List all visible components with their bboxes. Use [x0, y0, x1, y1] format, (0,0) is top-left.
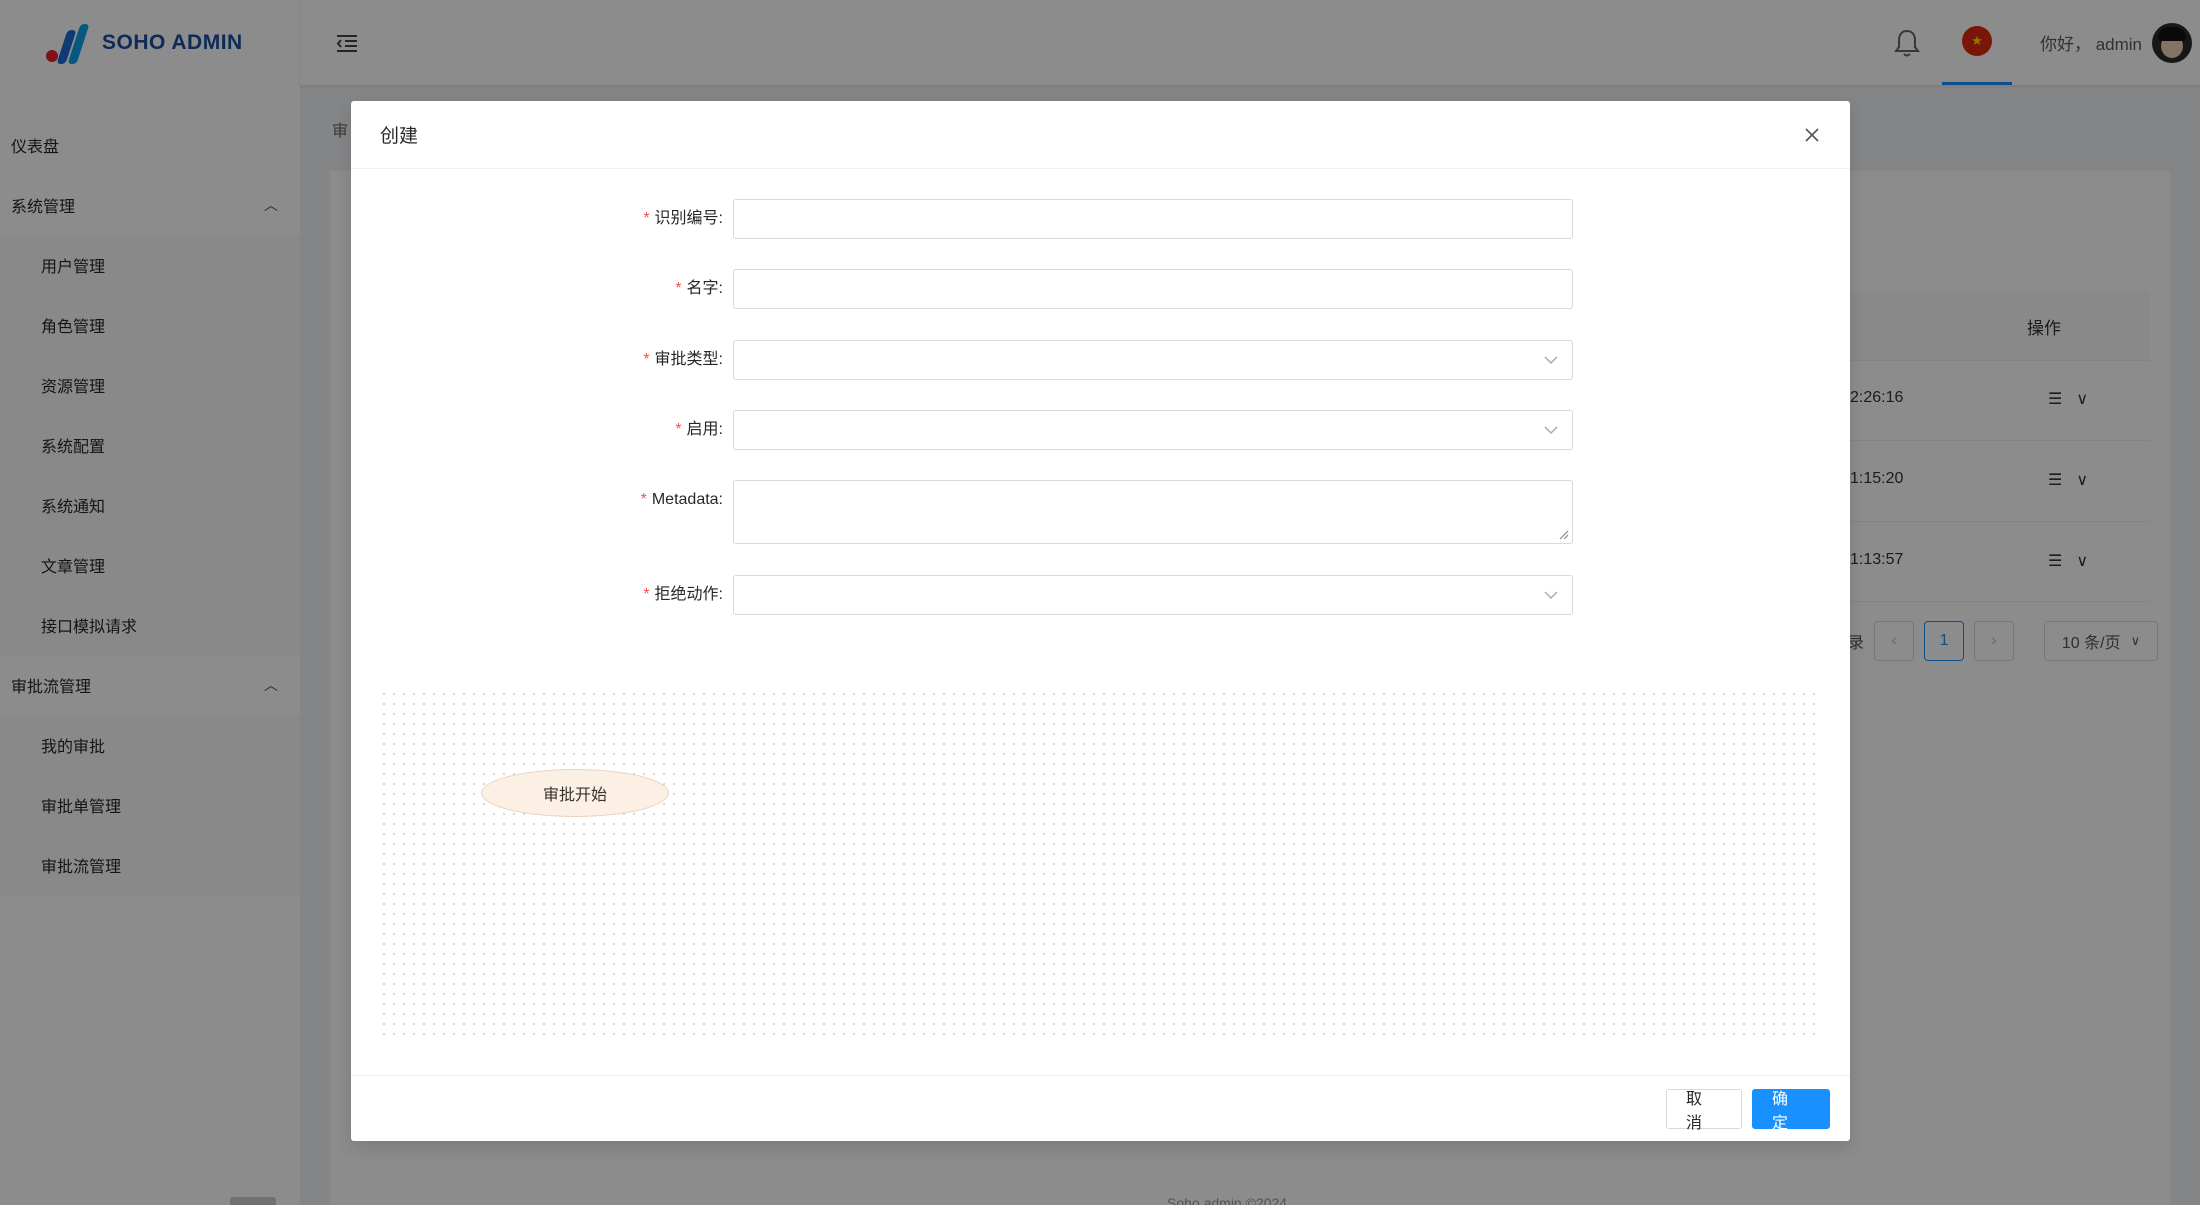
- chevron-down-icon: [1544, 425, 1558, 434]
- form-item-reject-action: * 拒绝动作:: [351, 575, 1850, 615]
- flow-start-node[interactable]: 审批开始: [481, 769, 669, 817]
- required-mark: *: [640, 491, 647, 508]
- resize-handle-icon[interactable]: [1559, 530, 1569, 540]
- required-mark: *: [675, 421, 682, 438]
- approval-type-select[interactable]: [733, 340, 1573, 380]
- create-modal: 创建 * 识别编号: * 名字: * 审批类型: * 启用: * Metadata:: [351, 101, 1850, 1141]
- form-item-name: * 名字:: [351, 269, 1850, 309]
- flow-canvas[interactable]: 审批开始: [379, 689, 1822, 1039]
- name-label: 名字:: [686, 280, 723, 297]
- close-icon[interactable]: [1798, 121, 1826, 149]
- code-label: 识别编号:: [654, 210, 723, 227]
- form-item-metadata: * Metadata:: [351, 480, 1850, 544]
- metadata-label: Metadata:: [651, 491, 723, 508]
- approval-type-label: 审批类型:: [654, 351, 723, 368]
- reject-action-label: 拒绝动作:: [654, 586, 723, 603]
- required-mark: *: [643, 351, 650, 368]
- reject-action-select[interactable]: [733, 575, 1573, 615]
- required-mark: *: [675, 280, 682, 297]
- chevron-down-icon: [1544, 590, 1558, 599]
- modal-title: 创建: [380, 126, 419, 147]
- enabled-label: 启用:: [686, 421, 723, 438]
- metadata-textarea[interactable]: [733, 480, 1573, 544]
- form-item-enabled: * 启用:: [351, 410, 1850, 450]
- form-item-approval-type: * 审批类型:: [351, 340, 1850, 380]
- confirm-button[interactable]: 确定: [1752, 1088, 1830, 1132]
- cancel-button[interactable]: 取消: [1666, 1088, 1742, 1132]
- name-input[interactable]: [733, 269, 1573, 309]
- modal-header: 创建: [351, 101, 1850, 169]
- required-mark: *: [643, 210, 650, 227]
- required-mark: *: [643, 586, 650, 603]
- modal-footer: 取消 确定: [351, 1075, 1850, 1141]
- chevron-down-icon: [1544, 355, 1558, 364]
- form-item-code: * 识别编号:: [351, 199, 1850, 239]
- enabled-select[interactable]: [733, 410, 1573, 450]
- code-input[interactable]: [733, 199, 1573, 239]
